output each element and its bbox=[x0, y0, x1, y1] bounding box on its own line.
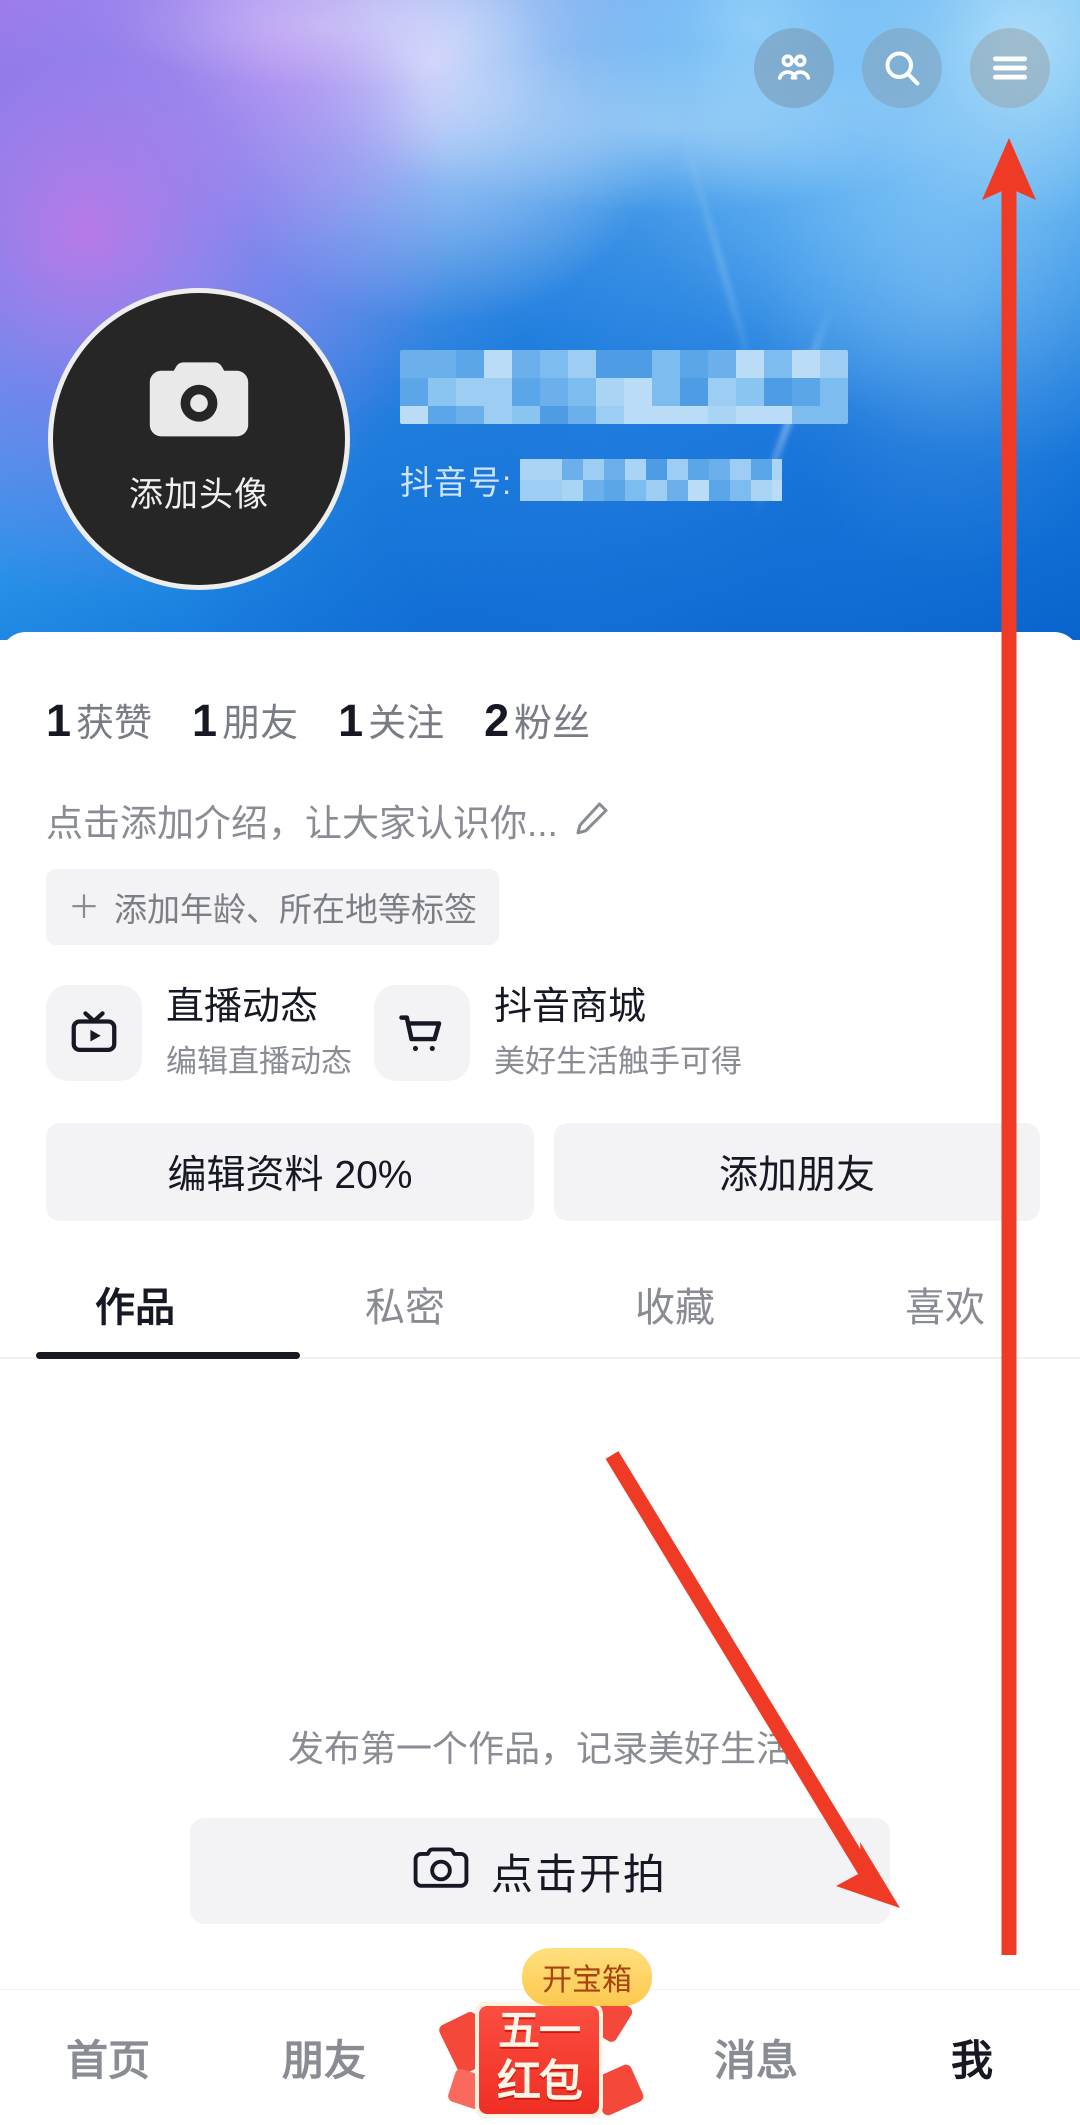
nav-label: 我 bbox=[950, 2037, 993, 2084]
empty-state: 发布第一个作品，记录美好生活 点击开拍 bbox=[0, 1720, 1080, 1924]
menu-button[interactable] bbox=[970, 28, 1050, 108]
stat-label: 获赞 bbox=[76, 703, 153, 745]
card-subtitle: 编辑直播动态 bbox=[166, 1043, 352, 1079]
action-buttons: 编辑资料 20% 添加朋友 bbox=[0, 1081, 1080, 1221]
stat-value: 1 bbox=[192, 695, 217, 746]
empty-state-hint: 发布第一个作品，记录美好生活 bbox=[287, 1728, 792, 1769]
stat-value: 2 bbox=[484, 695, 509, 746]
start-shooting-label: 点击开拍 bbox=[490, 1850, 667, 1898]
nav-item-promo-redpacket[interactable]: 开宝箱 五一 红包 bbox=[432, 1947, 652, 2122]
tag-row: ＋ 添加年龄、所在地等标签 bbox=[0, 847, 1080, 945]
card-title: 直播动态 bbox=[166, 986, 319, 1029]
tv-live-icon bbox=[46, 985, 142, 1081]
promo-badge-label[interactable]: 开宝箱 bbox=[522, 1947, 652, 2006]
avatar-cta-label: 添加头像 bbox=[129, 476, 269, 514]
redpacket-line2: 红包 bbox=[497, 2056, 583, 2106]
card-live-updates[interactable]: 直播动态 编辑直播动态 bbox=[46, 985, 352, 1081]
search-icon bbox=[880, 46, 924, 90]
douyin-id-label: 抖音号: bbox=[400, 464, 513, 501]
card-live-text: 直播动态 编辑直播动态 bbox=[166, 985, 352, 1081]
tab-active-indicator bbox=[36, 1352, 300, 1359]
add-friend-button[interactable]: 添加朋友 bbox=[554, 1123, 1040, 1221]
menu-icon bbox=[988, 46, 1032, 90]
nav-label: 首页 bbox=[65, 2037, 150, 2084]
start-shooting-button[interactable]: 点击开拍 bbox=[190, 1818, 890, 1924]
bottom-navigation: 首页 朋友 开宝箱 五一 红包 消息 我 bbox=[0, 1947, 1080, 2125]
header-actions bbox=[754, 28, 1050, 108]
card-mall-text: 抖音商城 美好生活触手可得 bbox=[494, 985, 742, 1081]
stat-following[interactable]: 1 关注 bbox=[338, 692, 444, 747]
tab-works[interactable]: 作品 bbox=[0, 1275, 270, 1359]
camera-icon bbox=[147, 356, 251, 453]
redpacket-main: 五一 红包 bbox=[475, 2001, 603, 2118]
douyin-id-masked bbox=[520, 459, 783, 501]
stat-label: 朋友 bbox=[222, 703, 299, 745]
nickname-masked[interactable] bbox=[400, 350, 848, 424]
friends-button[interactable] bbox=[754, 28, 834, 108]
redpacket-line1: 五一 bbox=[497, 2006, 581, 2054]
nav-item-home[interactable]: 首页 bbox=[0, 2027, 216, 2088]
tab-private[interactable]: 私密 bbox=[270, 1275, 540, 1359]
friends-icon bbox=[772, 46, 816, 90]
tab-likes[interactable]: 喜欢 bbox=[810, 1275, 1080, 1359]
content-tabs: 作品 私密 收藏 喜欢 bbox=[0, 1275, 1080, 1359]
stat-label: 关注 bbox=[368, 703, 445, 745]
stat-value: 1 bbox=[46, 695, 71, 746]
identity-block: 抖音号: bbox=[400, 350, 960, 504]
search-button[interactable] bbox=[862, 28, 942, 108]
camera-icon bbox=[413, 1844, 469, 1899]
nav-label: 朋友 bbox=[281, 2037, 366, 2084]
add-tags-label: 添加年龄、所在地等标签 bbox=[114, 891, 478, 928]
cart-icon bbox=[374, 985, 470, 1081]
redpacket-art: 五一 红包 bbox=[437, 1987, 646, 2122]
douyin-profile-screen: 添加头像 抖音号: 1 获赞 1 朋友 1 关注 2 粉丝 点击添加介绍，让大家… bbox=[0, 0, 1080, 2125]
stat-label: 粉丝 bbox=[514, 703, 591, 745]
profile-sheet: 1 获赞 1 朋友 1 关注 2 粉丝 点击添加介绍，让大家认识你... ＋ 添… bbox=[0, 632, 1080, 1992]
nav-label: 消息 bbox=[713, 2037, 798, 2084]
stat-value: 1 bbox=[338, 695, 363, 746]
feature-cards: 直播动态 编辑直播动态 抖音商城 美好生活触手可得 bbox=[0, 945, 1080, 1081]
add-tags-button[interactable]: ＋ 添加年龄、所在地等标签 bbox=[46, 869, 500, 945]
tab-favorites[interactable]: 收藏 bbox=[540, 1275, 810, 1359]
stat-friends[interactable]: 1 朋友 bbox=[192, 692, 298, 747]
stat-likes[interactable]: 1 获赞 bbox=[46, 692, 152, 747]
card-title: 抖音商城 bbox=[494, 986, 647, 1029]
bio-placeholder: 点击添加介绍，让大家认识你... bbox=[46, 803, 558, 844]
douyin-id-row[interactable]: 抖音号: bbox=[400, 456, 960, 504]
nav-item-me[interactable]: 我 bbox=[864, 2027, 1080, 2088]
avatar-container[interactable]: 添加头像 bbox=[48, 288, 350, 590]
nav-item-friends[interactable]: 朋友 bbox=[216, 2027, 432, 2088]
plus-icon: ＋ bbox=[68, 889, 101, 925]
card-subtitle: 美好生活触手可得 bbox=[494, 1043, 742, 1079]
bio-row[interactable]: 点击添加介绍，让大家认识你... bbox=[0, 747, 1080, 847]
stat-followers[interactable]: 2 粉丝 bbox=[484, 692, 590, 747]
stats-row: 1 获赞 1 朋友 1 关注 2 粉丝 bbox=[0, 632, 1080, 747]
pencil-icon bbox=[572, 798, 612, 843]
edit-profile-button[interactable]: 编辑资料 20% bbox=[46, 1123, 534, 1221]
card-mall[interactable]: 抖音商城 美好生活触手可得 bbox=[374, 985, 742, 1081]
avatar[interactable]: 添加头像 bbox=[48, 288, 350, 590]
nav-item-messages[interactable]: 消息 bbox=[648, 2027, 864, 2088]
